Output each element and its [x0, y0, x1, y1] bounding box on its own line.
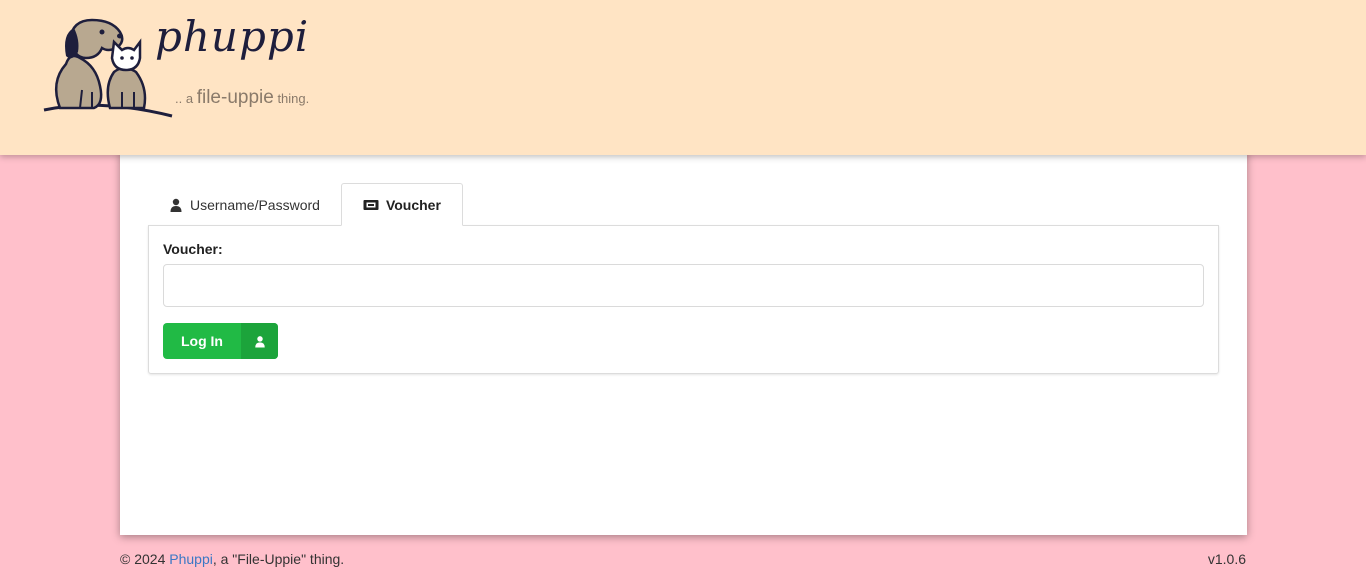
site-logo[interactable]: phuppi .. a file-uppie thing. [40, 12, 320, 122]
ticket-icon [363, 199, 379, 210]
copyright-year: © 2024 [120, 551, 166, 567]
login-button[interactable]: Log In [163, 323, 278, 359]
login-button-label: Log In [181, 333, 223, 349]
footer-home-link[interactable]: Phuppi [169, 551, 213, 567]
logo-wordmark: phuppi [155, 12, 310, 61]
footer-suffix: , a "File-Uppie" thing. [212, 551, 345, 567]
tagline-suffix: thing. [277, 91, 310, 106]
login-card: Username/Password Voucher Voucher: Log I… [120, 150, 1247, 535]
voucher-panel: Voucher: Log In [148, 225, 1219, 374]
logo-tagline: .. a file-uppie thing. [175, 87, 309, 109]
app-version: v1.0.6 [1207, 551, 1246, 567]
site-header: phuppi .. a file-uppie thing. [0, 0, 1366, 155]
user-icon [254, 335, 265, 347]
voucher-input[interactable] [163, 264, 1204, 307]
tagline-prefix: .. a [175, 91, 194, 106]
login-button-icon-box [241, 323, 278, 359]
user-icon [170, 198, 182, 212]
login-tabs: Username/Password Voucher [148, 183, 463, 226]
tab-voucher[interactable]: Voucher [340, 183, 463, 226]
tab-label: Voucher [385, 196, 441, 213]
footer-copyright: © 2024 Phuppi, a "File-Uppie" thing. [120, 551, 344, 567]
tab-label: Username/Password [190, 196, 320, 213]
voucher-label: Voucher: [163, 241, 223, 257]
tagline-brand: file-uppie [196, 87, 274, 108]
tab-username-password[interactable]: Username/Password [148, 183, 341, 226]
